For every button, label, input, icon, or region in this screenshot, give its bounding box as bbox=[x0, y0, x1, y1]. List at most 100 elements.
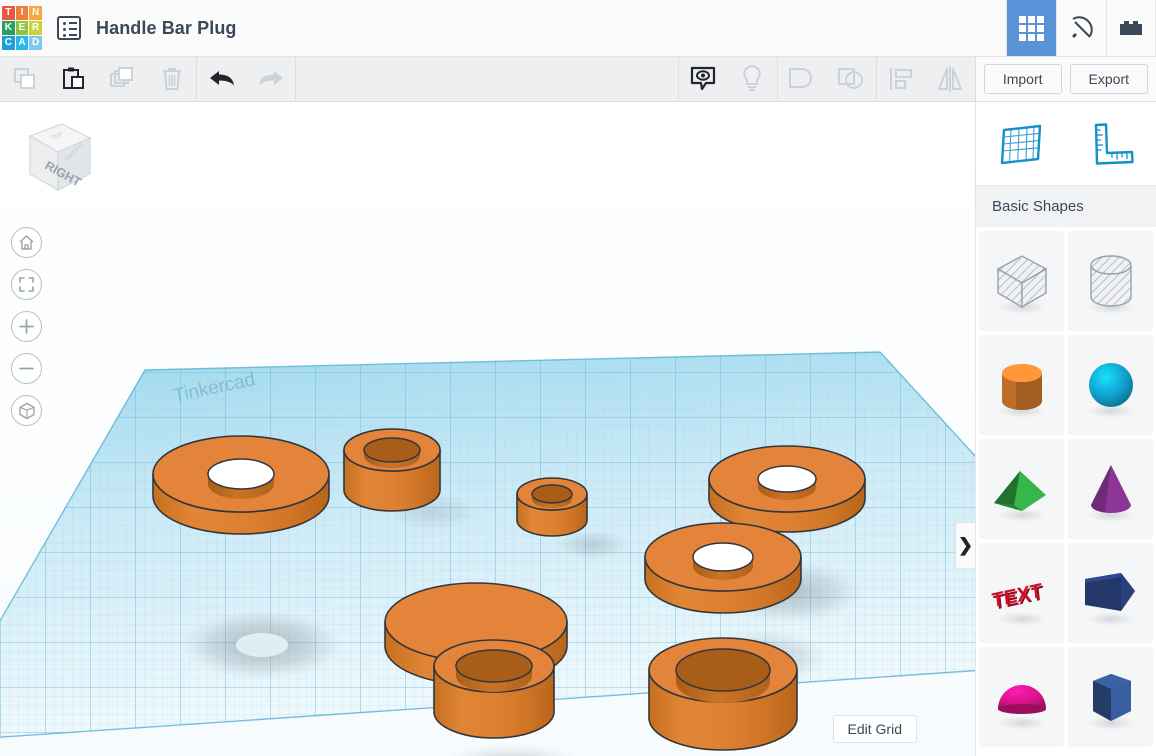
workplane-scene: Tinkercad bbox=[0, 351, 975, 756]
tinkercad-app: TINKERCAD Handle Bar Plug Import Export … bbox=[0, 0, 1156, 756]
undo-button[interactable] bbox=[197, 57, 246, 101]
minus-icon bbox=[19, 367, 34, 370]
group-icon bbox=[789, 68, 813, 88]
box-hole-thumb-icon bbox=[996, 255, 1047, 314]
design-canvas[interactable]: Tinkercad RIGHT FRONT TOP Edit Grid ❯ bbox=[0, 102, 975, 756]
duplicate-button[interactable] bbox=[98, 57, 147, 101]
workplane-tool-button[interactable] bbox=[985, 114, 1057, 174]
tinkercad-logo[interactable]: TINKERCAD bbox=[2, 6, 42, 50]
toolbar-spacer bbox=[295, 57, 679, 101]
shape-item-cylinder-hole[interactable] bbox=[1068, 231, 1153, 331]
top-bar-spacer bbox=[237, 0, 1006, 56]
shape-item-half-sphere[interactable] bbox=[979, 647, 1064, 747]
grid-icon bbox=[1019, 15, 1044, 41]
logo-tile-n: N bbox=[29, 6, 42, 20]
paste-button[interactable] bbox=[49, 57, 98, 101]
export-button[interactable]: Export bbox=[1069, 64, 1148, 94]
shape-item-text[interactable]: TEXT TEXT bbox=[979, 543, 1064, 643]
logo-tile-d: D bbox=[29, 36, 42, 50]
align-icon bbox=[890, 68, 913, 90]
ungroup-icon bbox=[838, 68, 864, 89]
shape-item-sphere[interactable] bbox=[1068, 335, 1153, 435]
clipboard-tool-group bbox=[0, 57, 196, 101]
top-bar: TINKERCAD Handle Bar Plug bbox=[0, 0, 1156, 57]
object-washer-upper-right[interactable] bbox=[708, 445, 866, 533]
object-washer-mid-right[interactable] bbox=[644, 522, 802, 614]
object-tube-front-center[interactable] bbox=[433, 639, 555, 739]
ortho-toggle-button[interactable] bbox=[11, 395, 42, 426]
edit-grid-button[interactable]: Edit Grid bbox=[832, 715, 917, 743]
zoom-out-button[interactable] bbox=[11, 353, 42, 384]
logo-tile-k: K bbox=[2, 21, 15, 35]
basic-shapes-grid: TEXT TEXT bbox=[976, 227, 1156, 756]
panel-tool-tabs bbox=[976, 102, 1156, 185]
logo-tile-i: I bbox=[15, 6, 29, 20]
mirror-icon bbox=[938, 66, 963, 92]
home-icon bbox=[19, 235, 34, 250]
plus-icon bbox=[19, 319, 34, 334]
panel-collapse-handle[interactable]: ❯ bbox=[955, 522, 975, 569]
shape-item-wedge[interactable] bbox=[1068, 543, 1153, 643]
ungroup-button[interactable] bbox=[827, 57, 876, 101]
home-view-button[interactable] bbox=[11, 227, 42, 258]
designs-list-button[interactable] bbox=[42, 0, 96, 56]
cylinder-thumb-icon bbox=[997, 364, 1046, 418]
fit-to-view-icon bbox=[19, 277, 34, 292]
object-tube-small-mid[interactable] bbox=[516, 477, 588, 537]
shapes-panel: Basic Shapes TEXT TEXT bbox=[975, 102, 1156, 756]
list-icon bbox=[57, 16, 81, 40]
shapes-category-label: Basic Shapes bbox=[976, 185, 1156, 227]
lightbulb-icon bbox=[743, 64, 762, 91]
view-cube[interactable]: RIGHT FRONT TOP bbox=[12, 112, 96, 202]
edit-toolbar: Import Export bbox=[0, 57, 1156, 102]
sphere-thumb-icon bbox=[1086, 363, 1135, 418]
mirror-button[interactable] bbox=[926, 57, 975, 101]
copy-button[interactable] bbox=[0, 57, 49, 101]
show-hide-button[interactable] bbox=[679, 57, 728, 101]
ruler-tool-button[interactable] bbox=[1075, 114, 1147, 174]
logo-tile-t: T bbox=[2, 6, 15, 20]
light-button[interactable] bbox=[728, 57, 777, 101]
ruler-icon bbox=[1094, 122, 1134, 165]
redo-arrow-icon bbox=[258, 71, 283, 86]
logo-tile-c: C bbox=[2, 36, 15, 50]
zoom-in-button[interactable] bbox=[11, 311, 42, 342]
page-title: Handle Bar Plug bbox=[96, 17, 237, 38]
paste-icon bbox=[62, 67, 84, 89]
group-button[interactable] bbox=[778, 57, 827, 101]
object-tube-tall-upper[interactable] bbox=[343, 428, 441, 512]
import-export-group: Import Export bbox=[974, 57, 1156, 101]
mode-tab-blocks[interactable] bbox=[1106, 0, 1156, 56]
workplane-grid-icon bbox=[1000, 124, 1042, 164]
align-tool-group bbox=[877, 57, 975, 101]
redo-button[interactable] bbox=[246, 57, 295, 101]
shape-item-cone[interactable] bbox=[1068, 439, 1153, 539]
align-button[interactable] bbox=[877, 57, 926, 101]
fit-to-view-button[interactable] bbox=[11, 269, 42, 300]
wedge-thumb-icon bbox=[1084, 573, 1135, 626]
trash-icon bbox=[162, 68, 181, 90]
delete-button[interactable] bbox=[147, 57, 196, 101]
duplicate-icon bbox=[109, 67, 133, 87]
cube-perspective-icon bbox=[18, 402, 35, 419]
object-washer-large-left[interactable] bbox=[152, 435, 330, 535]
polygon-thumb-icon bbox=[1086, 674, 1135, 730]
shape-item-box-hole[interactable] bbox=[979, 231, 1064, 331]
navigation-buttons bbox=[11, 227, 42, 426]
mode-tab-minecraft[interactable] bbox=[1056, 0, 1106, 56]
roof-thumb-icon bbox=[993, 471, 1046, 522]
shape-item-roof[interactable] bbox=[979, 439, 1064, 539]
shape-item-polygon[interactable] bbox=[1068, 647, 1153, 747]
logo-tile-r: R bbox=[29, 21, 42, 35]
cylinder-hole-thumb-icon bbox=[1086, 255, 1135, 314]
import-button[interactable]: Import bbox=[983, 64, 1062, 94]
history-tool-group bbox=[197, 57, 295, 101]
logo-tile-e: E bbox=[15, 21, 29, 35]
brick-icon bbox=[1120, 21, 1142, 35]
shape-item-cylinder[interactable] bbox=[979, 335, 1064, 435]
object-tube-lower-right[interactable] bbox=[648, 637, 798, 751]
cone-thumb-icon bbox=[1086, 465, 1135, 522]
mode-tab-3d-design[interactable] bbox=[1006, 0, 1056, 56]
eye-tooltip-icon bbox=[691, 66, 716, 91]
copy-icon bbox=[13, 68, 35, 89]
